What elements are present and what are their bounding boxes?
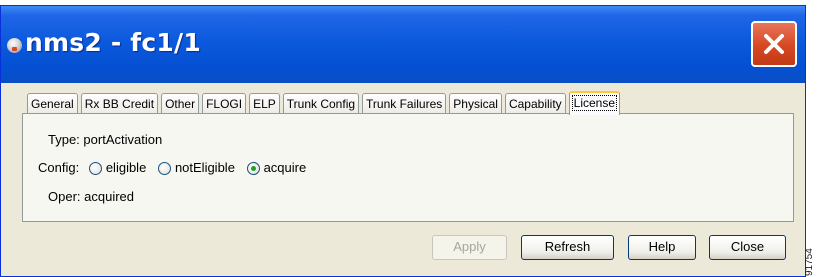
figure-number: 91754 [803,228,817,277]
tab-elp[interactable]: ELP [249,93,280,114]
title-bar[interactable]: nms2 - fc1/1 [1,6,805,83]
license-panel: Type: portActivation Config: eligible no… [22,113,794,222]
type-value: portActivation [83,132,163,147]
tab-label: License [571,95,618,111]
window-close-button[interactable] [751,21,797,67]
oper-row: Oper: acquired [48,189,134,204]
tab-capability[interactable]: Capability [504,93,566,114]
config-option-noteligible[interactable]: notEligible [157,160,239,175]
option-label: eligible [105,160,147,175]
radio-icon[interactable] [88,162,102,175]
tab-label: General [31,97,74,111]
help-button[interactable]: Help [628,235,696,260]
config-option-acquire[interactable]: acquire [246,160,307,175]
type-row: Type: portActivation [48,132,162,147]
dialog-window: nms2 - fc1/1 General Rx BB Credit Other … [0,5,806,277]
option-label: notEligible [174,160,235,175]
oper-value: acquired [84,189,135,204]
tab-license[interactable]: License [568,91,621,115]
apply-button[interactable]: Apply [432,235,507,260]
tab-trunk-config[interactable]: Trunk Config [282,93,360,114]
tab-label: Trunk Failures [366,97,443,111]
tab-trunk-failures[interactable]: Trunk Failures [362,93,447,114]
option-label: acquire [263,160,307,175]
tab-general[interactable]: General [27,93,78,114]
tab-label: Rx BB Credit [84,97,155,111]
app-icon [7,38,22,53]
close-icon [764,34,784,54]
tab-rx-bb-credit[interactable]: Rx BB Credit [80,93,159,114]
refresh-button[interactable]: Refresh [521,235,614,260]
figure-number-text: 91754 [804,248,815,276]
oper-label: Oper: [48,189,81,204]
config-row: Config: eligible notEligible acquire [38,160,314,175]
tab-label: Other [165,97,196,111]
config-label: Config: [38,160,80,175]
config-option-eligible[interactable]: eligible [88,160,150,175]
tab-label: FLOGI [206,97,243,111]
tab-strip: General Rx BB Credit Other FLOGI ELP Tru… [27,90,623,115]
tab-other[interactable]: Other [161,93,200,114]
window-title: nms2 - fc1/1 [25,28,201,57]
tab-label: Capability [508,97,562,111]
tab-label: ELP [253,97,276,111]
type-label: Type: [48,132,80,147]
tab-flogi[interactable]: FLOGI [202,93,247,114]
tab-label: Trunk Config [286,97,356,111]
tab-label: Physical [453,97,498,111]
radio-checked-icon[interactable] [246,162,260,175]
close-button[interactable]: Close [709,235,786,260]
tab-physical[interactable]: Physical [449,93,502,114]
radio-icon[interactable] [157,162,171,175]
